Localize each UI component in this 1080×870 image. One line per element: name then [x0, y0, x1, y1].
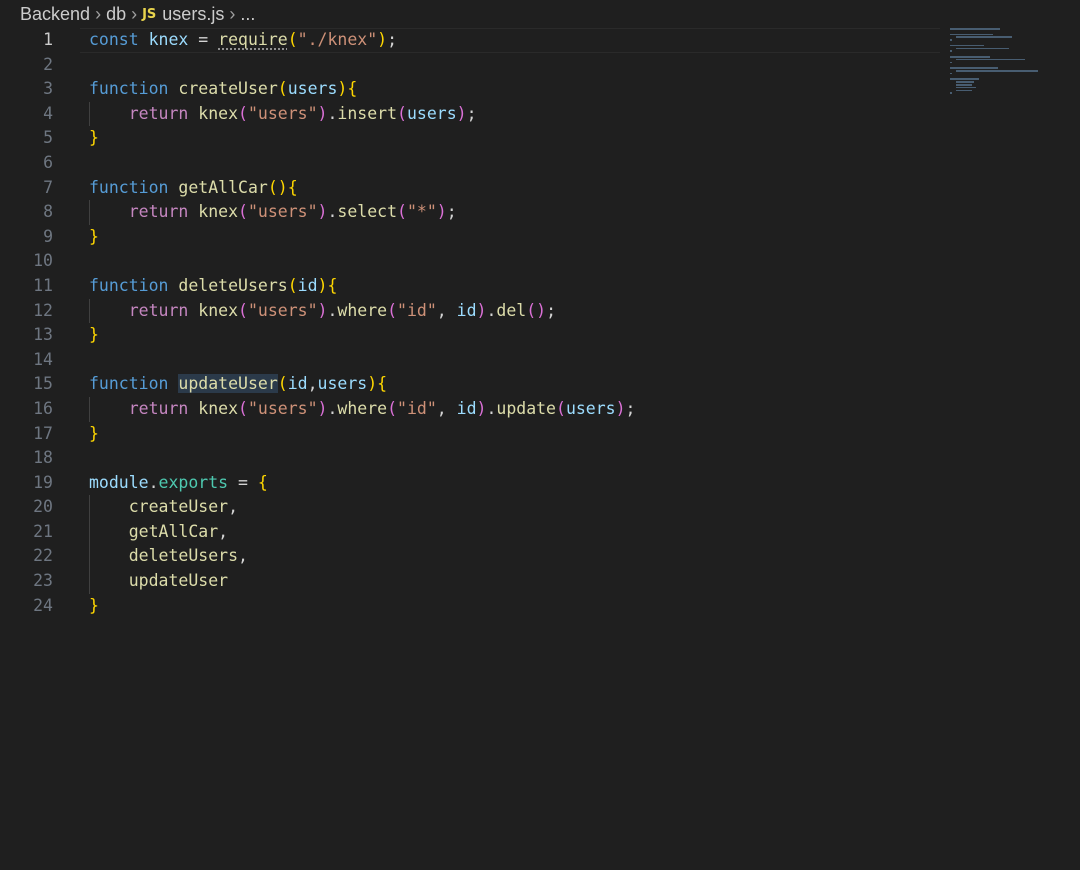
code-text[interactable]: return knex("users").where("id", id).del… — [89, 299, 556, 324]
code-line[interactable]: 16 return knex("users").where("id", id).… — [0, 396, 940, 422]
code-text[interactable]: createUser, — [89, 495, 238, 520]
line-number[interactable]: 10 — [0, 249, 53, 274]
code-text[interactable]: return knex("users").where("id", id).upd… — [89, 397, 636, 422]
code-line[interactable]: 14 — [0, 348, 940, 373]
line-number[interactable]: 19 — [0, 471, 53, 496]
minimap-line — [956, 89, 973, 92]
code-line[interactable]: 19 module.exports = { — [0, 471, 940, 496]
code-text[interactable]: } — [89, 126, 99, 151]
code-line[interactable]: 4 return knex("users").insert(users); — [0, 101, 940, 127]
minimap-line — [950, 67, 998, 69]
code-text[interactable]: deleteUsers, — [89, 544, 248, 569]
code-line[interactable]: 7 function getAllCar(){ — [0, 176, 940, 201]
line-number[interactable]: 14 — [0, 348, 53, 373]
code-text[interactable]: return knex("users").insert(users); — [89, 102, 477, 127]
minimap-line — [950, 78, 979, 80]
javascript-file-icon: JS — [142, 6, 157, 22]
code-line[interactable]: 11 function deleteUsers(id){ — [0, 274, 940, 299]
minimap-line — [956, 47, 1010, 50]
line-number[interactable]: 7 — [0, 176, 53, 201]
line-number[interactable]: 21 — [0, 520, 53, 545]
line-number[interactable]: 11 — [0, 274, 53, 299]
code-line[interactable]: 1 const knex = require("./knex"); — [0, 28, 940, 53]
line-number[interactable]: 5 — [0, 126, 53, 151]
code-line[interactable]: 18 — [0, 446, 940, 471]
line-number[interactable]: 16 — [0, 397, 53, 422]
line-number[interactable]: 12 — [0, 299, 53, 324]
minimap-line — [950, 39, 952, 41]
chevron-right-icon: › — [131, 3, 138, 24]
breadcrumb-item-symbols[interactable]: ... — [240, 4, 255, 25]
line-number[interactable]: 8 — [0, 200, 53, 225]
minimap-line — [950, 44, 984, 47]
code-line[interactable]: 12 return knex("users").where("id", id).… — [0, 298, 940, 324]
code-line[interactable]: 24} — [0, 594, 940, 619]
minimap-line — [956, 58, 1026, 61]
code-line[interactable]: 5} — [0, 126, 940, 151]
minimap-line — [956, 70, 1038, 72]
minimap-line — [950, 92, 952, 94]
code-text[interactable]: function deleteUsers(id){ — [89, 274, 337, 299]
chevron-right-icon: › — [229, 3, 236, 24]
minimap-line — [956, 81, 974, 83]
code-line[interactable]: 9} — [0, 225, 940, 250]
code-line[interactable]: 2 — [0, 53, 940, 78]
code-line[interactable]: 13} — [0, 323, 940, 348]
code-line[interactable]: 10 — [0, 249, 940, 274]
minimap-line — [950, 56, 990, 58]
code-text[interactable]: } — [89, 323, 99, 348]
minimap-line — [950, 50, 952, 52]
code-text[interactable]: module.exports = { — [89, 471, 268, 496]
minimap-line — [950, 61, 952, 64]
line-number[interactable]: 18 — [0, 446, 53, 471]
code-line[interactable]: 20 createUser, — [0, 495, 940, 520]
line-number[interactable]: 6 — [0, 151, 53, 176]
minimap-line — [950, 28, 1000, 30]
line-number[interactable]: 17 — [0, 422, 53, 447]
minimap-line — [956, 36, 1013, 38]
code-text[interactable]: function updateUser(id,users){ — [89, 372, 387, 397]
line-number[interactable]: 20 — [0, 495, 53, 520]
breadcrumb: Backend › db › JS users.js › ... — [20, 0, 255, 28]
breadcrumb-item-backend[interactable]: Backend — [20, 4, 90, 25]
line-number[interactable]: 22 — [0, 544, 53, 569]
line-number[interactable]: 3 — [0, 77, 53, 102]
line-number[interactable]: 4 — [0, 102, 53, 127]
line-number[interactable]: 15 — [0, 372, 53, 397]
chevron-right-icon: › — [95, 3, 102, 24]
code-text[interactable]: function getAllCar(){ — [89, 176, 298, 201]
line-number[interactable]: 13 — [0, 323, 53, 348]
minimap-line — [950, 72, 952, 75]
code-text[interactable]: } — [89, 225, 99, 250]
line-number[interactable]: 1 — [0, 28, 53, 53]
code-line[interactable]: 21 getAllCar, — [0, 519, 940, 545]
code-text[interactable]: getAllCar, — [89, 520, 228, 545]
code-line[interactable]: 15 function updateUser(id,users){ — [0, 372, 940, 397]
code-line[interactable]: 3 function createUser(users){ — [0, 77, 940, 102]
minimap-line — [956, 84, 973, 86]
code-line[interactable]: 8 return knex("users").select("*"); — [0, 200, 940, 225]
code-text[interactable]: } — [89, 422, 99, 447]
code-line[interactable]: 17} — [0, 422, 940, 447]
line-number[interactable]: 9 — [0, 225, 53, 250]
line-number[interactable]: 2 — [0, 53, 53, 78]
code-text[interactable]: updateUser — [89, 569, 228, 594]
breadcrumb-item-db[interactable]: db — [106, 4, 126, 25]
code-line[interactable]: 6 — [0, 151, 940, 176]
code-text[interactable]: return knex("users").select("*"); — [89, 200, 457, 225]
line-number[interactable]: 23 — [0, 569, 53, 594]
minimap-line — [950, 33, 994, 36]
line-number[interactable]: 24 — [0, 594, 53, 619]
code-editor[interactable]: 1 const knex = require("./knex"); 2 3 functi… — [0, 28, 940, 618]
code-line[interactable]: 23 updateUser — [0, 569, 940, 594]
code-line[interactable]: 22 deleteUsers, — [0, 544, 940, 570]
code-text[interactable]: const knex = require("./knex"); — [89, 28, 397, 53]
code-text[interactable]: function createUser(users){ — [89, 77, 357, 102]
breadcrumb-item-file[interactable]: users.js — [162, 4, 224, 25]
minimap-line — [956, 86, 976, 89]
minimap[interactable] — [950, 28, 1040, 98]
code-text[interactable]: } — [89, 594, 99, 619]
